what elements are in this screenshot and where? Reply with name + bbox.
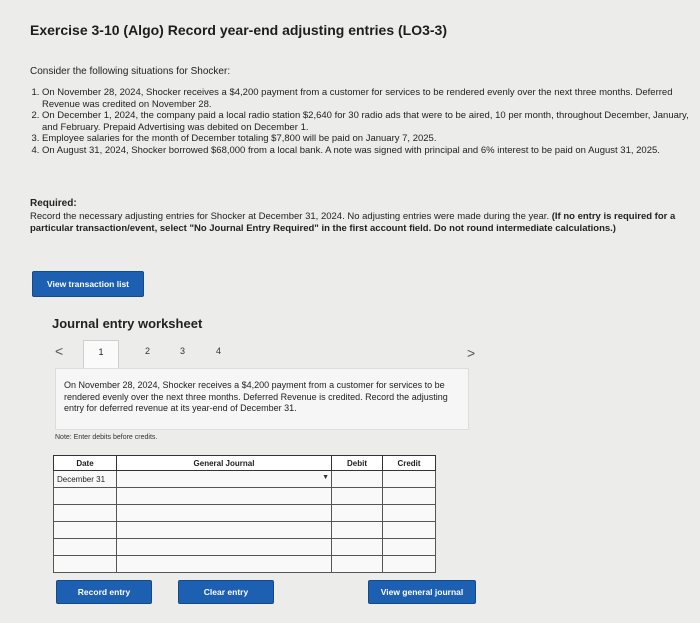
situation-item: On August 31, 2024, Shocker borrowed $68… xyxy=(42,145,700,157)
debit-input[interactable] xyxy=(331,555,383,573)
debit-input[interactable] xyxy=(331,487,383,505)
account-select[interactable] xyxy=(116,504,332,522)
table-row: December 31 ▼ xyxy=(53,470,436,488)
debit-header: Debit xyxy=(331,455,383,471)
page-title: Exercise 3-10 (Algo) Record year-end adj… xyxy=(30,22,448,38)
view-general-journal-button[interactable]: View general journal xyxy=(368,580,476,604)
date-cell[interactable] xyxy=(53,487,117,505)
credit-input[interactable] xyxy=(382,538,436,556)
date-cell[interactable]: December 31 xyxy=(53,470,117,488)
required-heading: Required: xyxy=(30,198,77,209)
date-cell[interactable] xyxy=(53,504,117,522)
tab-4[interactable]: 4 xyxy=(216,346,221,356)
table-row xyxy=(53,538,436,556)
entry-note: Note: Enter debits before credits. xyxy=(55,434,158,441)
credit-input[interactable] xyxy=(382,487,436,505)
date-cell[interactable] xyxy=(53,555,117,573)
journal-header-row: Date General Journal Debit Credit xyxy=(53,455,436,471)
table-row xyxy=(53,504,436,522)
required-text: Record the necessary adjusting entries f… xyxy=(30,211,680,235)
worksheet-title: Journal entry worksheet xyxy=(52,316,203,331)
account-select[interactable] xyxy=(116,555,332,573)
situations-list: On November 28, 2024, Shocker receives a… xyxy=(30,87,700,156)
general-journal-header: General Journal xyxy=(116,455,332,471)
date-cell[interactable] xyxy=(53,538,117,556)
situation-item: On December 1, 2024, the company paid a … xyxy=(42,110,700,133)
record-entry-button[interactable]: Record entry xyxy=(56,580,152,604)
account-select[interactable] xyxy=(116,538,332,556)
clear-entry-button[interactable]: Clear entry xyxy=(178,580,274,604)
prev-arrow-icon[interactable]: < xyxy=(55,343,63,359)
credit-header: Credit xyxy=(382,455,436,471)
account-select[interactable]: ▼ xyxy=(116,470,332,488)
credit-input[interactable] xyxy=(382,521,436,539)
credit-input[interactable] xyxy=(382,504,436,522)
debit-input[interactable] xyxy=(331,521,383,539)
debit-input[interactable] xyxy=(331,538,383,556)
dropdown-caret-icon[interactable]: ▼ xyxy=(322,474,329,481)
transaction-description: On November 28, 2024, Shocker receives a… xyxy=(55,368,469,430)
debit-input[interactable] xyxy=(331,470,383,488)
situation-item: Employee salaries for the month of Decem… xyxy=(42,133,700,145)
date-header: Date xyxy=(53,455,117,471)
table-row xyxy=(53,521,436,539)
next-arrow-icon[interactable]: > xyxy=(467,345,475,361)
account-select[interactable] xyxy=(116,521,332,539)
view-transaction-list-button[interactable]: View transaction list xyxy=(32,271,144,297)
required-instruction: Record the necessary adjusting entries f… xyxy=(30,211,550,222)
table-row xyxy=(53,487,436,505)
tab-2[interactable]: 2 xyxy=(145,346,150,356)
intro-text: Consider the following situations for Sh… xyxy=(30,66,231,77)
credit-input[interactable] xyxy=(382,470,436,488)
account-select[interactable] xyxy=(116,487,332,505)
tab-1[interactable]: 1 xyxy=(83,340,119,368)
tab-3[interactable]: 3 xyxy=(180,346,185,356)
journal-table: Date General Journal Debit Credit Decemb… xyxy=(53,455,436,573)
debit-input[interactable] xyxy=(331,504,383,522)
table-row xyxy=(53,555,436,573)
date-cell[interactable] xyxy=(53,521,117,539)
credit-input[interactable] xyxy=(382,555,436,573)
situation-item: On November 28, 2024, Shocker receives a… xyxy=(42,87,700,110)
